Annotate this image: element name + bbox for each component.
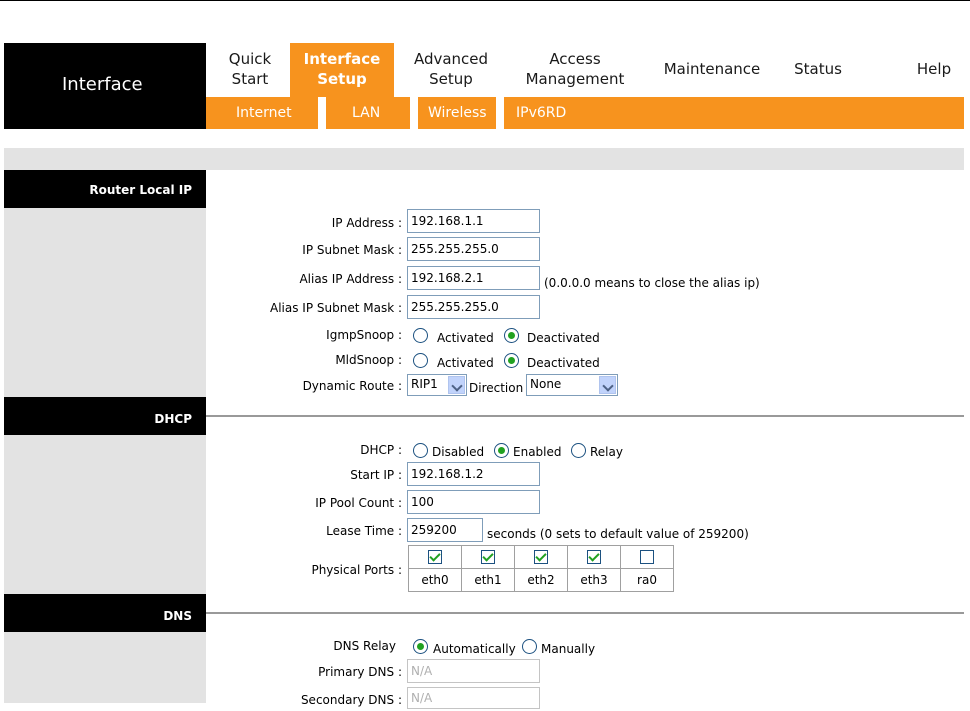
dhcp-disabled-label: Disabled — [432, 445, 485, 459]
mldsnoop-deactivated-radio[interactable] — [504, 353, 519, 368]
brand-panel: Interface — [4, 43, 206, 129]
brand-title: Interface — [62, 74, 143, 95]
direction-select[interactable]: None — [526, 374, 618, 396]
submenu-wireless[interactable]: Wireless — [428, 105, 487, 121]
secondary-dns-label: Secondary DNS : — [300, 693, 402, 707]
port-ra0-checkbox[interactable] — [640, 550, 654, 565]
igmpsnoop-deactivated-label: Deactivated — [527, 331, 600, 345]
physical-ports-label: Physical Ports : — [311, 563, 402, 577]
title-strip — [4, 148, 964, 170]
start-ip-label: Start IP : — [350, 468, 402, 482]
lease-time-note: seconds (0 sets to default value of 2592… — [487, 527, 749, 541]
alias-ip-label: Alias IP Address : — [299, 272, 402, 286]
section-divider — [206, 612, 964, 614]
igmpsnoop-activated-label: Activated — [437, 331, 494, 345]
submenu-separator — [318, 97, 326, 129]
dhcp-enabled-radio[interactable] — [494, 443, 509, 458]
mldsnoop-activated-label: Activated — [437, 356, 494, 370]
dynamic-route-label: Dynamic Route : — [302, 379, 402, 393]
menu-access-management[interactable]: Access Management — [516, 49, 634, 89]
menu-help[interactable]: Help — [912, 59, 956, 79]
ip-address-input[interactable] — [407, 209, 540, 233]
sub-menu: Internet LAN Wireless IPv6RD — [206, 97, 964, 129]
port-eth3-checkbox[interactable] — [587, 550, 601, 565]
dns-automatic-radio[interactable] — [413, 639, 428, 654]
direction-value: None — [530, 377, 562, 391]
lease-time-label: Lease Time : — [326, 524, 402, 538]
port-eth3-label: eth3 — [567, 568, 621, 592]
ip-address-label: IP Address : — [331, 216, 402, 230]
menu-status[interactable]: Status — [790, 59, 846, 79]
dhcp-relay-label: Relay — [590, 445, 623, 459]
direction-label: Direction — [469, 381, 524, 395]
section-dns: DNS — [4, 594, 206, 632]
dynamic-route-select[interactable]: RIP1 — [407, 374, 467, 396]
submenu-ipv6rd[interactable]: IPv6RD — [516, 105, 566, 121]
submenu-separator — [410, 97, 418, 129]
mldsnoop-deactivated-label: Deactivated — [527, 356, 600, 370]
dhcp-label: DHCP : — [360, 443, 402, 457]
dns-relay-label: DNS Relay — [333, 639, 396, 653]
physical-ports-table: eth0 eth1 eth2 eth3 ra0 — [408, 545, 674, 592]
mldsnoop-activated-radio[interactable] — [413, 353, 428, 368]
port-eth0-label: eth0 — [408, 568, 462, 592]
port-eth1-checkbox[interactable] — [481, 550, 495, 565]
subnet-mask-label: IP Subnet Mask : — [302, 243, 402, 257]
section-router-local-ip: Router Local IP — [4, 170, 206, 208]
igmpsnoop-label: IgmpSnoop : — [326, 328, 402, 342]
port-eth2-checkbox[interactable] — [534, 550, 548, 565]
alias-ip-input[interactable] — [407, 266, 540, 290]
igmpsnoop-activated-radio[interactable] — [413, 328, 428, 343]
dns-manual-label: Manually — [541, 642, 596, 656]
section-divider — [206, 415, 964, 417]
submenu-lan[interactable]: LAN — [352, 105, 380, 121]
primary-dns-input[interactable] — [407, 659, 540, 683]
main-menu: Quick Start Interface Setup Advanced Setup … — [206, 43, 964, 97]
ip-pool-count-label: IP Pool Count : — [315, 496, 402, 510]
port-ra0-label: ra0 — [620, 568, 674, 592]
alias-mask-input[interactable] — [407, 295, 540, 319]
dynamic-route-value: RIP1 — [411, 377, 438, 391]
start-ip-input[interactable] — [407, 462, 540, 486]
lease-time-input[interactable] — [407, 518, 483, 542]
port-eth0-checkbox[interactable] — [428, 550, 442, 565]
submenu-internet[interactable]: Internet — [236, 105, 292, 121]
alias-ip-note: (0.0.0.0 means to close the alias ip) — [544, 276, 760, 290]
ip-pool-count-input[interactable] — [407, 490, 540, 514]
top-border-line — [0, 0, 970, 1]
secondary-dns-input[interactable] — [407, 687, 540, 709]
menu-maintenance[interactable]: Maintenance — [658, 59, 766, 79]
dns-automatic-label: Automatically — [433, 642, 516, 656]
menu-advanced-setup[interactable]: Advanced Setup — [406, 49, 496, 89]
menu-interface-setup[interactable]: Interface Setup — [290, 43, 394, 97]
alias-mask-label: Alias IP Subnet Mask : — [270, 301, 402, 315]
section-dhcp: DHCP — [4, 397, 206, 435]
subnet-mask-input[interactable] — [407, 237, 540, 261]
port-eth2-label: eth2 — [514, 568, 568, 592]
dns-manual-radio[interactable] — [522, 639, 537, 654]
menu-quick-start[interactable]: Quick Start — [224, 49, 276, 89]
dhcp-disabled-radio[interactable] — [413, 443, 428, 458]
primary-dns-label: Primary DNS : — [318, 665, 402, 679]
dhcp-enabled-label: Enabled — [513, 445, 562, 459]
mldsnoop-label: MldSnoop : — [335, 353, 402, 367]
chevron-down-icon — [599, 376, 616, 394]
port-eth1-label: eth1 — [461, 568, 515, 592]
header: Interface Quick Start Interface Setup Adva… — [4, 43, 964, 129]
dhcp-relay-radio[interactable] — [571, 443, 586, 458]
igmpsnoop-deactivated-radio[interactable] — [504, 328, 519, 343]
submenu-separator — [496, 97, 504, 129]
chevron-down-icon — [448, 376, 465, 394]
